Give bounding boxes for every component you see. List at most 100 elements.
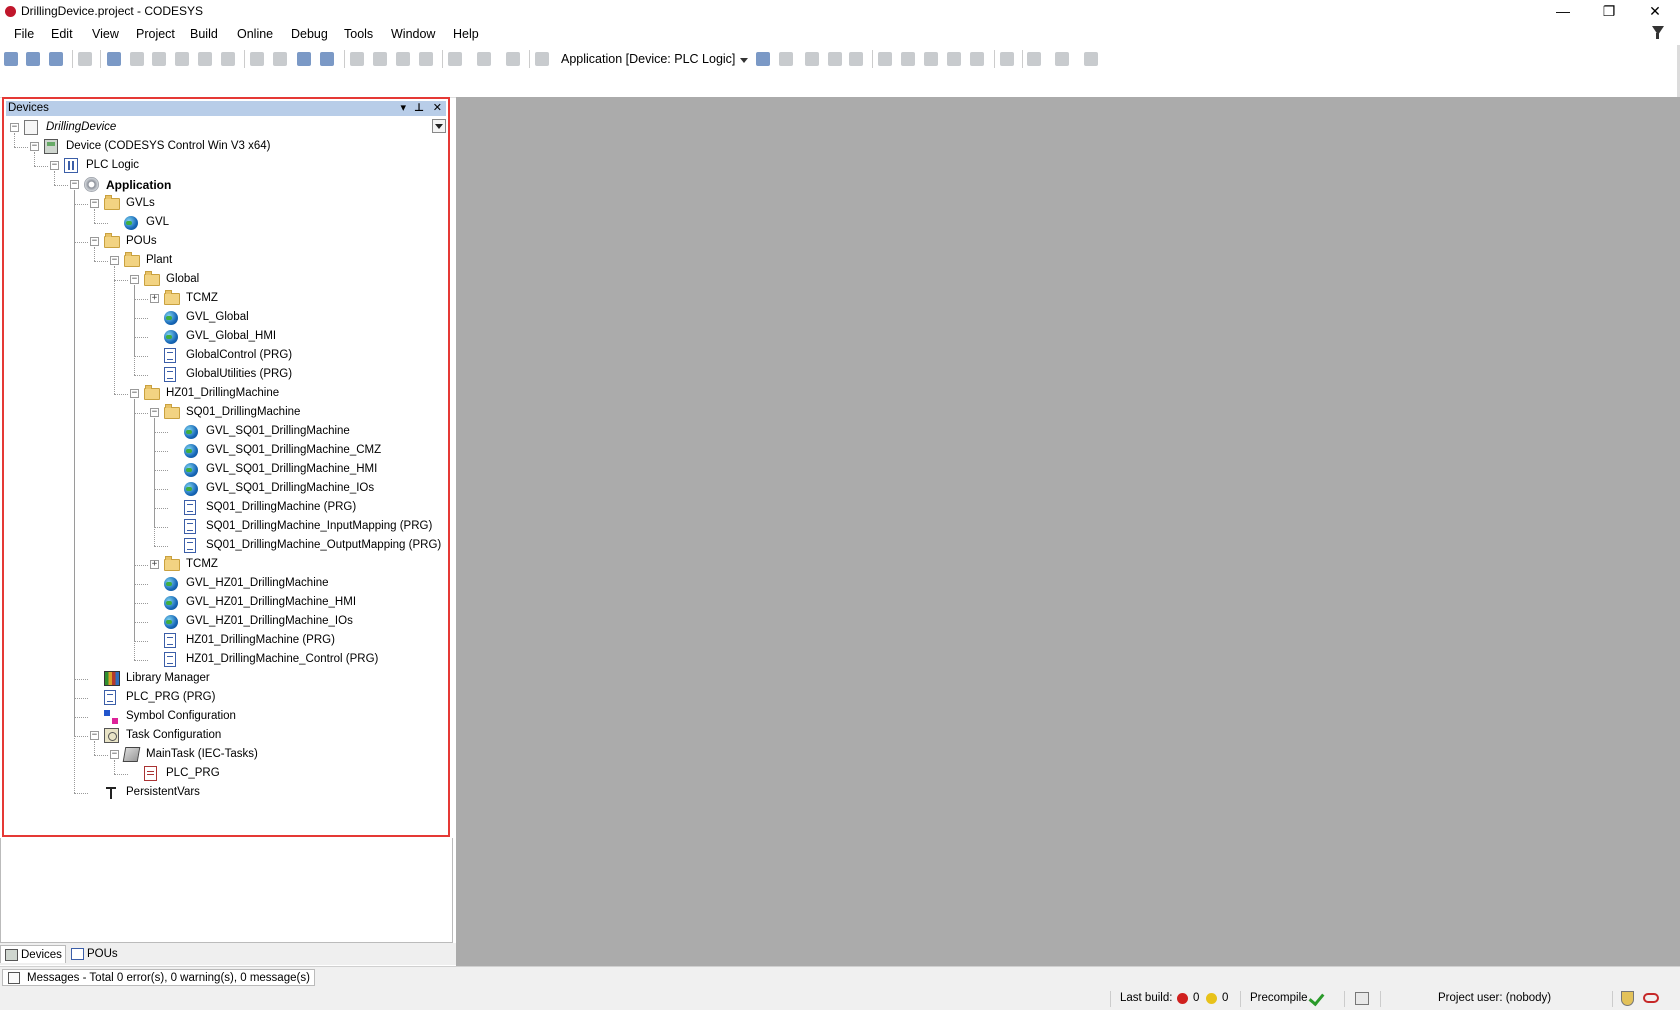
tree-item[interactable]: GVL_HZ01_DrillingMachine	[4, 575, 424, 593]
tree-item[interactable]: − PLC Logic	[4, 157, 424, 175]
tree-item[interactable]: GlobalControl (PRG)	[4, 347, 424, 365]
collapse-node-icon[interactable]: −	[50, 161, 59, 170]
next-bookmark-icon[interactable]	[373, 52, 387, 66]
tree-item[interactable]: GVL_SQ01_DrillingMachine_HMI	[4, 461, 424, 479]
security-shield-icon[interactable]	[1621, 991, 1634, 1006]
tree-item[interactable]: Library Manager	[4, 670, 424, 688]
stop-icon[interactable]	[828, 52, 842, 66]
calendar-icon[interactable]	[535, 52, 549, 66]
collapse-node-icon[interactable]: −	[10, 123, 19, 132]
flow-control-icon[interactable]	[1027, 52, 1041, 66]
tab-devices[interactable]: Devices	[0, 945, 66, 963]
tree-item[interactable]: − POUs	[4, 233, 424, 251]
step-into-icon[interactable]	[924, 52, 938, 66]
error-icon[interactable]	[1177, 993, 1188, 1004]
tree-item[interactable]: GlobalUtilities (PRG)	[4, 366, 424, 384]
menu-edit[interactable]: Edit	[51, 27, 73, 41]
editor-workspace[interactable]	[456, 97, 1680, 966]
messages-tab[interactable]: Messages - Total 0 error(s), 0 warning(s…	[2, 969, 315, 986]
minimize-button[interactable]: —	[1540, 0, 1586, 23]
tree-item[interactable]: PersistentVars	[4, 784, 424, 802]
login-icon[interactable]	[756, 52, 770, 66]
collapse-node-icon[interactable]: −	[90, 199, 99, 208]
toggle-breakpoint-icon[interactable]	[878, 52, 892, 66]
replace-icon[interactable]	[320, 52, 334, 66]
find-replace-icon[interactable]	[297, 52, 311, 66]
menu-debug[interactable]: Debug	[291, 27, 328, 41]
tree-item[interactable]: − DrillingDevice	[4, 119, 424, 137]
tree-item[interactable]: GVL_SQ01_DrillingMachine_CMZ	[4, 442, 424, 460]
tree-item[interactable]: HZ01_DrillingMachine_Control (PRG)	[4, 651, 424, 669]
undo-icon[interactable]	[107, 52, 121, 66]
tab-pous[interactable]: POUs	[67, 945, 123, 963]
reset-icon[interactable]	[849, 52, 863, 66]
tree-item[interactable]: − MainTask (IEC-Tasks)	[4, 746, 424, 764]
paste-icon[interactable]	[198, 52, 212, 66]
write-values-icon[interactable]	[1000, 52, 1014, 66]
tree-item[interactable]: − Global	[4, 271, 424, 289]
warning-icon[interactable]	[1206, 993, 1217, 1004]
menu-project[interactable]: Project	[136, 27, 175, 41]
tree-item[interactable]: GVL_SQ01_DrillingMachine_IOs	[4, 480, 424, 498]
tree-item[interactable]: SQ01_DrillingMachine (PRG)	[4, 499, 424, 517]
tree-item[interactable]: GVL	[4, 214, 424, 232]
tree-item[interactable]: GVL_Global_HMI	[4, 328, 424, 346]
collapse-node-icon[interactable]: −	[30, 142, 39, 151]
collapse-node-icon[interactable]: −	[110, 750, 119, 759]
find-next-icon[interactable]	[273, 52, 287, 66]
collapse-node-icon[interactable]: −	[70, 180, 79, 189]
restore-button[interactable]: ❐	[1586, 0, 1632, 23]
tree-item[interactable]: PLC_PRG	[4, 765, 424, 783]
menu-online[interactable]: Online	[237, 27, 273, 41]
save-project-icon[interactable]	[49, 52, 63, 66]
redo-icon[interactable]	[130, 52, 144, 66]
tree-item[interactable]: − HZ01_DrillingMachine	[4, 385, 424, 403]
tree-item[interactable]: − Plant	[4, 252, 424, 270]
precompile-ok-icon[interactable]	[1308, 989, 1325, 1007]
collapse-node-icon[interactable]: −	[130, 275, 139, 284]
new-project-icon[interactable]	[4, 52, 18, 66]
collapse-node-icon[interactable]: −	[90, 731, 99, 740]
menu-tools[interactable]: Tools	[344, 27, 373, 41]
tree-item[interactable]: − SQ01_DrillingMachine	[4, 404, 424, 422]
logout-icon[interactable]	[779, 52, 793, 66]
tree-item[interactable]: − Device (CODESYS Control Win V3 x64)	[4, 138, 424, 156]
collapse-node-icon[interactable]: −	[90, 237, 99, 246]
tree-item[interactable]: GVL_SQ01_DrillingMachine	[4, 423, 424, 441]
cut-icon[interactable]	[152, 52, 166, 66]
delete-icon[interactable]	[221, 52, 235, 66]
menu-build[interactable]: Build	[190, 27, 218, 41]
tree-item[interactable]: − GVLs	[4, 195, 424, 213]
close-window-button[interactable]: ✕	[1632, 0, 1678, 23]
tree-item[interactable]: SQ01_DrillingMachine_OutputMapping (PRG)	[4, 537, 441, 555]
start-icon[interactable]	[805, 52, 819, 66]
previous-bookmark-icon[interactable]	[396, 52, 410, 66]
cloud-disconnected-icon[interactable]	[1643, 993, 1659, 1003]
multiple-download-icon[interactable]	[1084, 52, 1098, 66]
add-object-icon[interactable]	[477, 52, 491, 66]
find-icon[interactable]	[250, 52, 264, 66]
step-out-icon[interactable]	[947, 52, 961, 66]
window-icon[interactable]	[448, 52, 462, 66]
open-project-icon[interactable]	[26, 52, 40, 66]
menu-help[interactable]: Help	[453, 27, 479, 41]
tree-item[interactable]: GVL_HZ01_DrillingMachine_IOs	[4, 613, 424, 631]
tree-item[interactable]: HZ01_DrillingMachine (PRG)	[4, 632, 424, 650]
display-mode-icon[interactable]	[1055, 52, 1069, 66]
expand-node-icon[interactable]: +	[150, 294, 159, 303]
step-over-icon[interactable]	[901, 52, 915, 66]
expand-node-icon[interactable]: +	[150, 560, 159, 569]
collapse-node-icon[interactable]: −	[150, 408, 159, 417]
tree-item[interactable]: PLC_PRG (PRG)	[4, 689, 424, 707]
active-application-select[interactable]: Application [Device: PLC Logic]	[561, 50, 735, 68]
tree-item[interactable]: − Task Configuration	[4, 727, 424, 745]
collapse-node-icon[interactable]: −	[130, 389, 139, 398]
tree-item[interactable]: GVL_Global	[4, 309, 424, 327]
tree-item[interactable]: Symbol Configuration	[4, 708, 424, 726]
print-icon[interactable]	[78, 52, 92, 66]
menu-view[interactable]: View	[92, 27, 119, 41]
device-status-icon[interactable]	[1355, 992, 1369, 1005]
run-to-cursor-icon[interactable]	[970, 52, 984, 66]
tree-item[interactable]: SQ01_DrillingMachine_InputMapping (PRG)	[4, 518, 432, 536]
clear-bookmarks-icon[interactable]	[419, 52, 433, 66]
